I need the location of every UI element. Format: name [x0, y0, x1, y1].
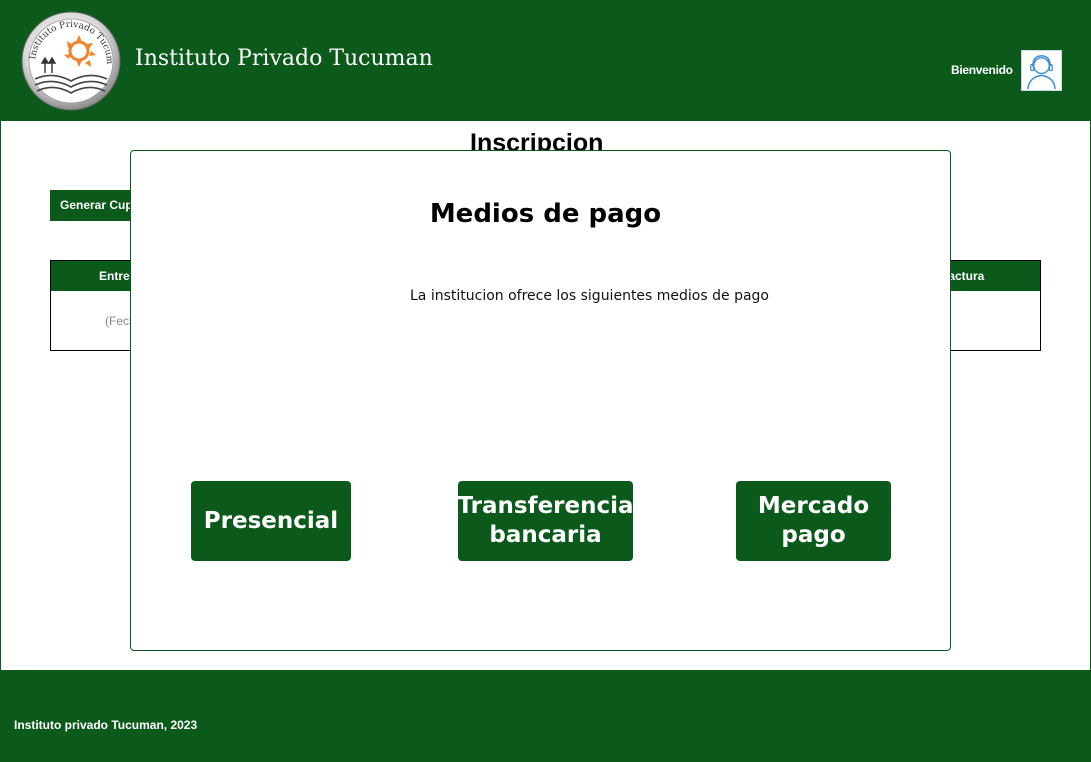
- payment-methods-modal: Medios de pago La institucion ofrece los…: [130, 150, 951, 651]
- user-avatar-icon: [1027, 55, 1056, 90]
- payment-option-presencial[interactable]: Presencial: [191, 481, 351, 561]
- payment-option-label: Transferencia: [457, 493, 634, 519]
- footer-copyright: Instituto privado Tucuman, 2023: [14, 718, 198, 732]
- user-avatar-button[interactable]: [1021, 50, 1062, 91]
- modal-description: La institucion ofrece los siguientes med…: [410, 288, 769, 304]
- payment-option-label: bancaria: [489, 522, 602, 548]
- modal-title: Medios de pago: [429, 199, 662, 229]
- institute-logo: Instituto Privado Tucuman: [21, 11, 121, 111]
- payment-option-mercado-pago[interactable]: Mercado pago: [736, 481, 891, 561]
- site-header: Instituto Privado Tucuman Instituto Priv…: [0, 0, 1091, 121]
- site-footer: Instituto privado Tucuman, 2023: [0, 670, 1091, 762]
- payment-option-transferencia[interactable]: Transferencia bancaria: [457, 481, 634, 561]
- site-title: Instituto Privado Tucuman: [135, 46, 433, 71]
- welcome-label: Bienvenido: [951, 63, 1013, 77]
- payment-option-label: Mercado: [757, 493, 870, 519]
- payment-option-label: pago: [781, 522, 846, 548]
- payment-option-label: Presencial: [203, 507, 339, 534]
